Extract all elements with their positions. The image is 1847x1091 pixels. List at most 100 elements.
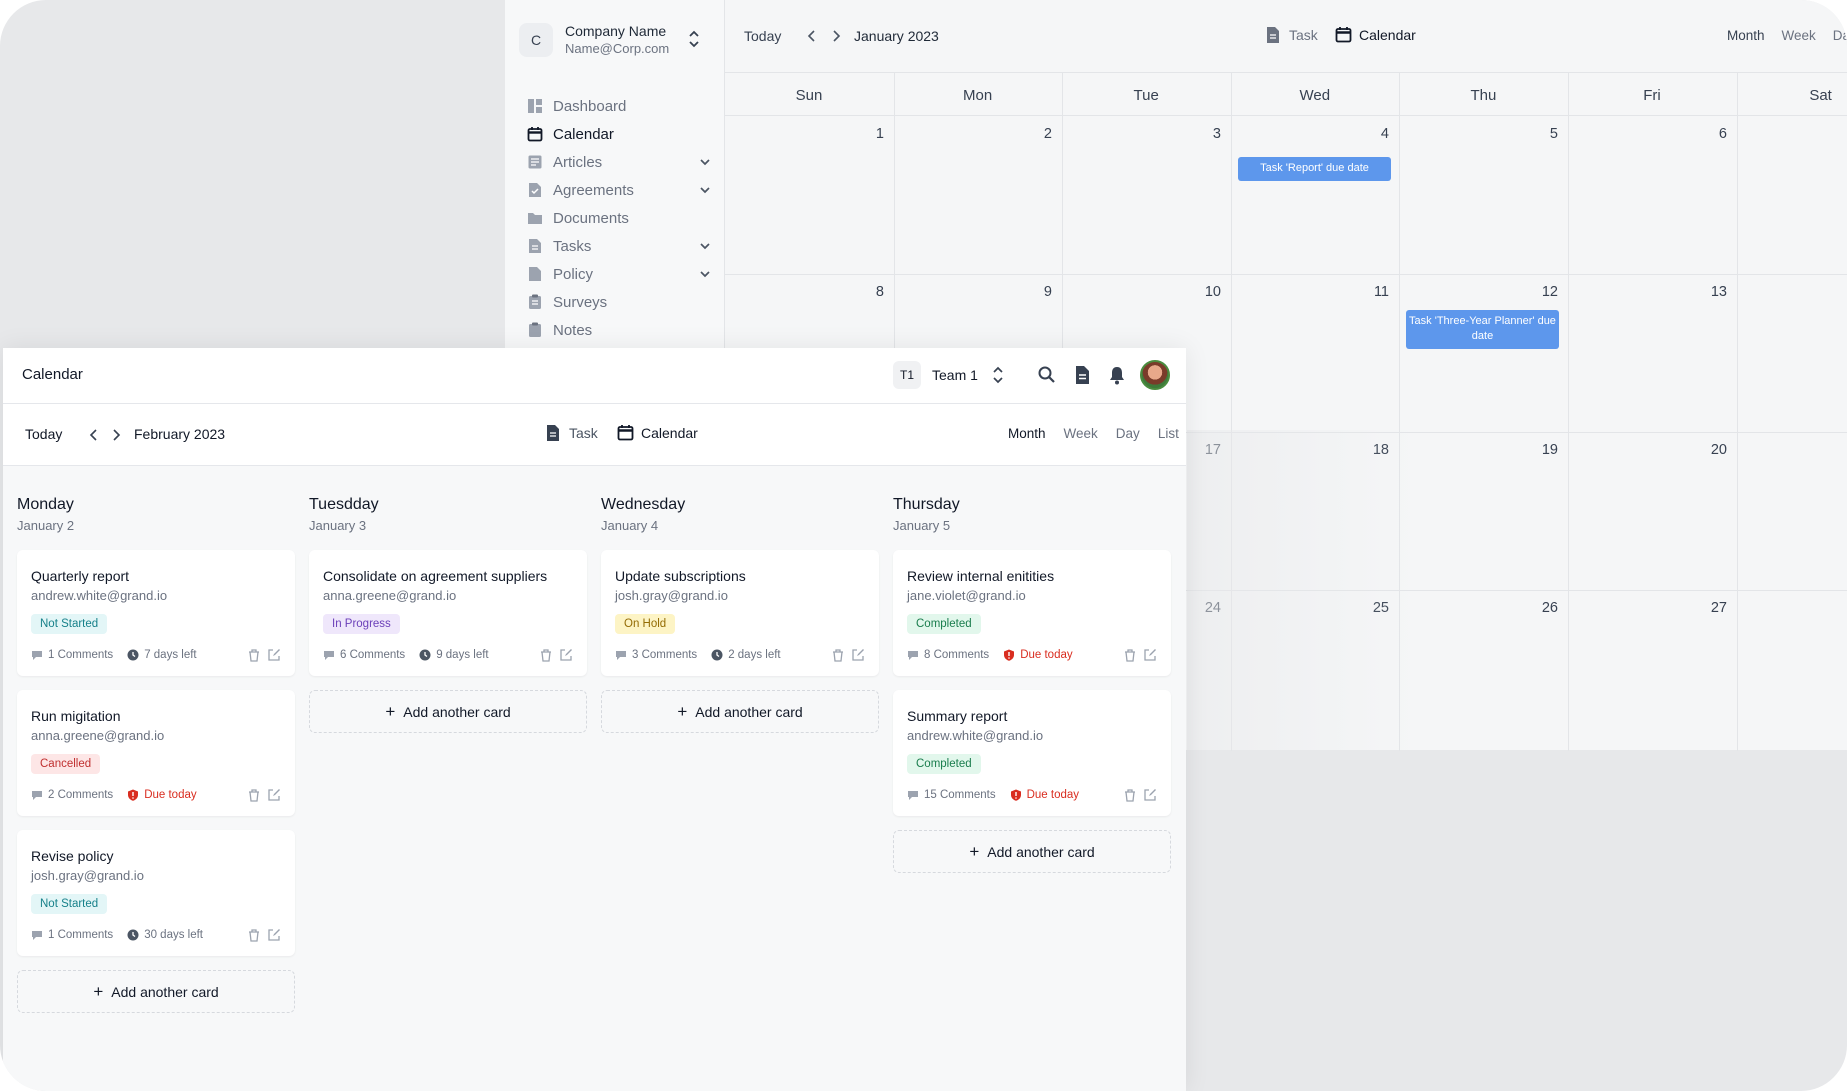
day-number[interactable]: 25 <box>1349 600 1389 616</box>
folder-icon <box>528 213 542 224</box>
day-number[interactable]: 2 <box>1012 126 1052 142</box>
chevron-updown-icon[interactable] <box>992 364 1004 386</box>
view-week[interactable]: Week <box>1782 28 1816 43</box>
column-day: Thursday <box>893 496 960 513</box>
day-number[interactable]: 26 <box>1518 600 1558 616</box>
sidebar-item-surveys[interactable]: Surveys <box>527 288 713 316</box>
calendar-view-button[interactable]: Calendar <box>617 424 698 441</box>
sidebar-item-notes[interactable]: Notes <box>527 316 713 344</box>
avatar[interactable] <box>1140 360 1170 390</box>
sidebar-item-calendar[interactable]: Calendar <box>527 120 713 148</box>
company-logo: C <box>519 23 553 57</box>
sidebar-item-articles[interactable]: Articles <box>527 148 713 176</box>
sidebar-item-tasks[interactable]: Tasks <box>527 232 713 260</box>
edit-button[interactable] <box>559 648 573 662</box>
document-icon[interactable] <box>1072 365 1092 385</box>
day-number[interactable]: 4 <box>1349 126 1389 142</box>
company-name: Company Name <box>565 23 667 39</box>
task-card[interactable]: Consolidate on agreement suppliers anna.g… <box>309 550 587 676</box>
task-view-button[interactable]: Task <box>545 424 598 442</box>
delete-button[interactable] <box>539 648 553 662</box>
day-number[interactable]: 3 <box>1181 126 1221 142</box>
day-number[interactable]: 18 <box>1349 442 1389 458</box>
day-number[interactable]: 27 <box>1687 600 1727 616</box>
time-left: 9 days left <box>436 649 489 661</box>
delete-button[interactable] <box>1123 788 1137 802</box>
day-number[interactable]: 17 <box>1181 442 1221 458</box>
card-title: Review internal enitities <box>907 568 1055 584</box>
day-number[interactable]: 5 <box>1518 126 1558 142</box>
add-card-button[interactable]: + Add another card <box>309 690 587 733</box>
day-number[interactable]: 20 <box>1687 442 1727 458</box>
delete-button[interactable] <box>247 928 261 942</box>
prev-next-arrows-icon[interactable] <box>87 428 123 442</box>
day-number[interactable]: 19 <box>1518 442 1558 458</box>
day-number[interactable]: 8 <box>844 284 884 300</box>
month-label: February 2023 <box>134 426 226 442</box>
delete-button[interactable] <box>831 648 845 662</box>
today-button[interactable]: Today <box>25 426 62 442</box>
sidebar-item-dashboard[interactable]: Dashboard <box>527 92 713 120</box>
status-badge: On Hold <box>615 614 676 634</box>
calendar-event[interactable]: Task 'Three-Year Planner' due date <box>1406 310 1559 349</box>
company-switcher[interactable]: C Company Name Name@Corp.com <box>519 20 701 60</box>
task-card[interactable]: Revise policy josh.gray@grand.io Not Start… <box>17 830 295 956</box>
sidebar-item-policy[interactable]: Policy <box>527 260 713 288</box>
task-card[interactable]: Review internal enitities jane.violet@gra… <box>893 550 1171 676</box>
sidebar-item-agreements[interactable]: Agreements <box>527 176 713 204</box>
sidebar-item-documents[interactable]: Documents <box>527 204 713 232</box>
view-month[interactable]: Month <box>1727 28 1765 43</box>
time-left: Due today <box>1020 649 1073 661</box>
card-assignee: andrew.white@grand.io <box>907 728 1044 743</box>
document-icon <box>1267 27 1279 43</box>
day-number[interactable]: 6 <box>1687 126 1727 142</box>
view-month[interactable]: Month <box>1008 426 1046 441</box>
team-badge[interactable]: T1 <box>893 361 921 389</box>
weekday-wed: Wed <box>1299 87 1331 104</box>
day-number[interactable]: 11 <box>1349 284 1389 300</box>
weekday-fri: Fri <box>1643 87 1661 104</box>
task-view-button[interactable]: Task <box>1265 26 1318 44</box>
edit-button[interactable] <box>267 928 281 942</box>
calendar-view-button[interactable]: Calendar <box>1335 26 1416 43</box>
edit-button[interactable] <box>851 648 865 662</box>
day-number[interactable]: 24 <box>1181 600 1221 616</box>
calendar-event[interactable]: Task 'Report' due date <box>1238 157 1391 181</box>
status-badge: Not Started <box>31 614 108 634</box>
view-da[interactable]: Da <box>1833 28 1847 43</box>
grid-line <box>1737 73 1738 751</box>
search-icon[interactable] <box>1037 365 1057 385</box>
delete-button[interactable] <box>1123 648 1137 662</box>
edit-button[interactable] <box>267 788 281 802</box>
edit-button[interactable] <box>1143 648 1157 662</box>
add-card-label: Add another card <box>695 703 803 720</box>
day-number[interactable]: 1 <box>844 126 884 142</box>
bell-icon[interactable] <box>1107 365 1127 385</box>
status-badge: In Progress <box>323 614 400 634</box>
today-button[interactable]: Today <box>744 28 781 44</box>
day-number[interactable]: 12 <box>1518 284 1558 300</box>
task-card[interactable]: Run migitation anna.greene@grand.io Cancel… <box>17 690 295 816</box>
add-card-button[interactable]: + Add another card <box>601 690 879 733</box>
edit-button[interactable] <box>267 648 281 662</box>
team-name[interactable]: Team 1 <box>932 367 978 383</box>
edit-button[interactable] <box>1143 788 1157 802</box>
delete-button[interactable] <box>247 788 261 802</box>
day-number[interactable]: 9 <box>1012 284 1052 300</box>
prev-next-arrows-icon[interactable] <box>805 29 845 43</box>
add-card-button[interactable]: + Add another card <box>893 830 1171 873</box>
task-card[interactable]: Summary report andrew.white@grand.io Compl… <box>893 690 1171 816</box>
add-card-button[interactable]: + Add another card <box>17 970 295 1013</box>
view-day[interactable]: Day <box>1116 426 1140 441</box>
task-card[interactable]: Update subscriptions josh.gray@grand.io On… <box>601 550 879 676</box>
view-week[interactable]: Week <box>1064 426 1098 441</box>
day-number[interactable]: 10 <box>1181 284 1221 300</box>
view-list[interactable]: List <box>1158 426 1179 441</box>
comment-count: 6 Comments <box>340 649 406 661</box>
task-card[interactable]: Quarterly report andrew.white@grand.io Not… <box>17 550 295 676</box>
delete-button[interactable] <box>247 648 261 662</box>
trash-icon <box>1125 789 1135 802</box>
card-meta: 1 Comments 7 days left <box>31 649 197 661</box>
day-number[interactable]: 13 <box>1687 284 1727 300</box>
card-actions <box>241 928 281 942</box>
